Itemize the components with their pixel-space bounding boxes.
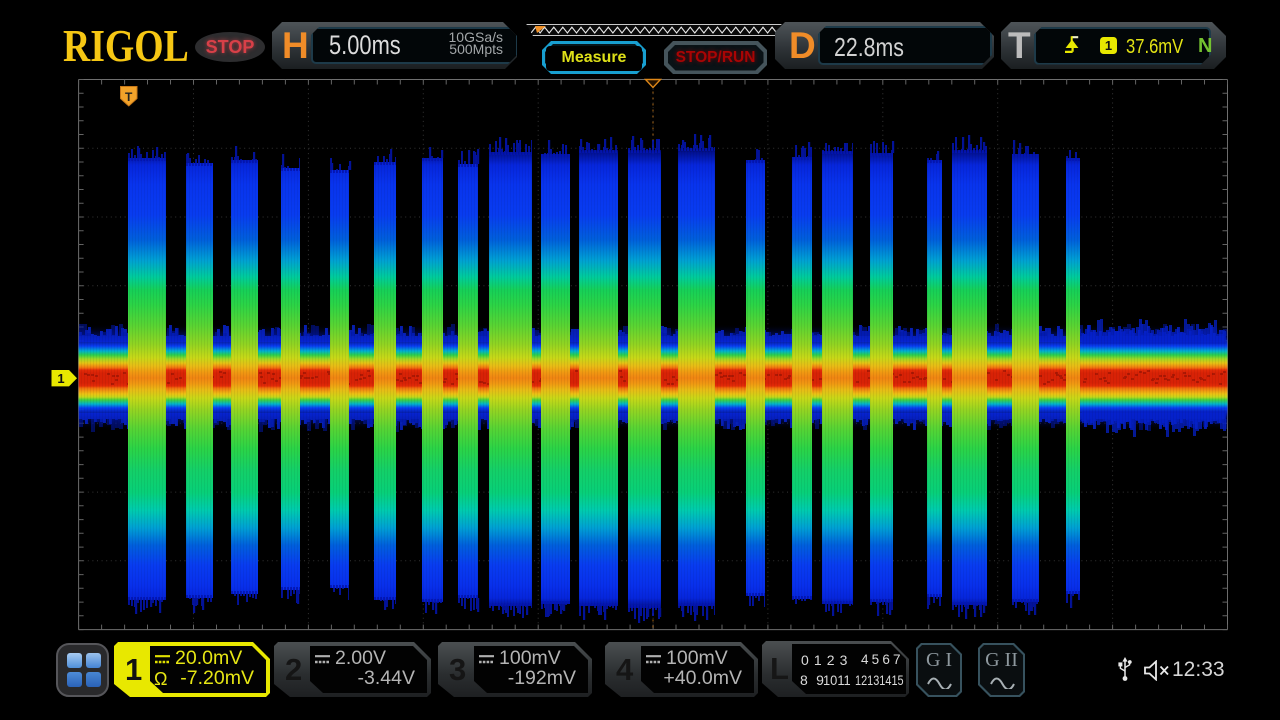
svg-text:T: T — [125, 90, 133, 104]
svg-text:1: 1 — [57, 371, 64, 386]
